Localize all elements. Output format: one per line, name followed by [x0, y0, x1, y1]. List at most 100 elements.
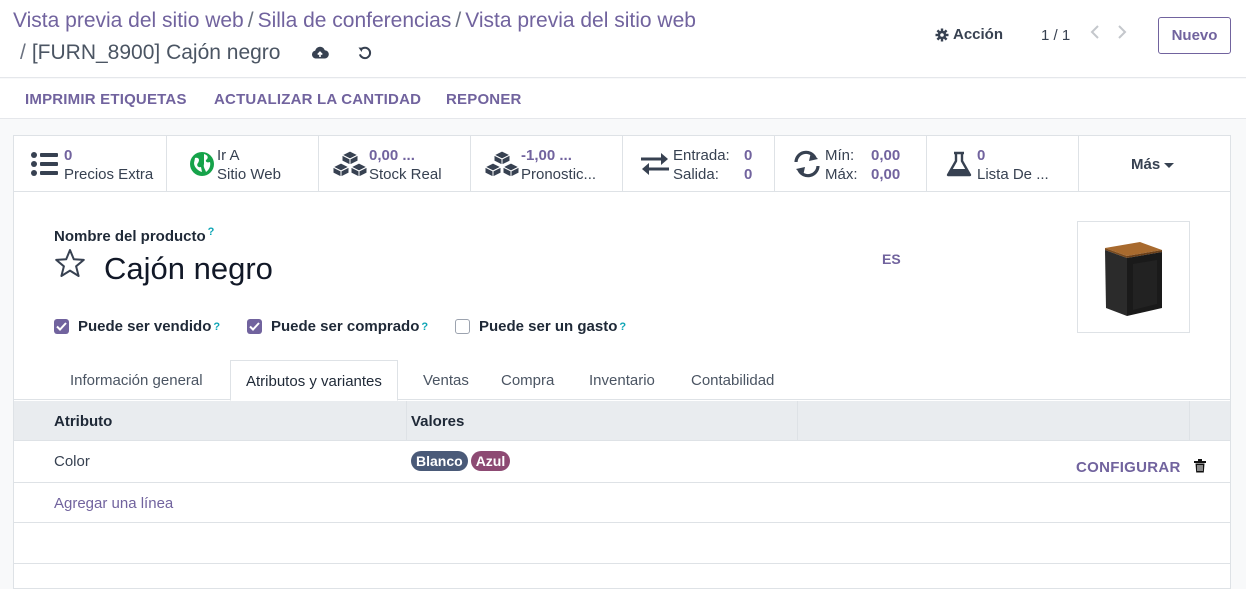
checkbox-unchecked	[455, 319, 470, 334]
more-button[interactable]: Más	[1131, 156, 1175, 173]
notebook-tabs: Información general Atributos y variante…	[14, 360, 1230, 401]
language-badge[interactable]: ES	[882, 251, 901, 267]
tab-inventory[interactable]: Inventario	[574, 360, 670, 401]
can-be-sold-label: Puede ser vendido	[78, 318, 212, 335]
flask-icon	[946, 151, 972, 177]
forecast-button[interactable]: -1,00 ... Pronostic...	[471, 136, 623, 191]
chevron-left-icon[interactable]	[1089, 24, 1101, 45]
breadcrumb-separator: /	[20, 41, 26, 64]
forecast-value: -1,00 ...	[521, 147, 572, 164]
list-icon	[31, 152, 58, 176]
table-row[interactable]: Color Blanco Azul CONFIGURAR	[14, 441, 1230, 483]
cubes-icon	[484, 150, 520, 178]
help-icon[interactable]: ?	[213, 321, 220, 333]
value-tag: Azul	[470, 451, 511, 471]
more-label: Más	[1131, 156, 1161, 173]
checkbox-checked	[54, 319, 69, 334]
can-be-expensed-label: Puede ser un gasto	[479, 318, 618, 335]
extra-prices-value: 0	[64, 147, 73, 164]
out-value: 0	[744, 166, 753, 183]
product-name-label-text: Nombre del producto	[54, 228, 206, 245]
attribute-cell[interactable]: Color	[54, 453, 90, 470]
can-be-sold-checkbox[interactable]: Puede ser vendido?	[54, 318, 220, 335]
tab-general-info[interactable]: Información general	[55, 360, 218, 401]
smart-buttons: 0 Precios Extra Ir A Sitio Web 0,00 ... …	[14, 136, 1230, 192]
action-bar: IMPRIMIR ETIQUETAS ACTUALIZAR LA CANTIDA…	[0, 79, 1246, 119]
column-divider	[406, 401, 407, 441]
extra-prices-label: Precios Extra	[64, 166, 154, 183]
breadcrumb-current: [FURN_8900] Cajón negro	[31, 41, 281, 64]
breadcrumb-item-1[interactable]: Silla de conferencias	[258, 9, 452, 32]
product-name[interactable]: Cajón negro	[104, 251, 273, 287]
column-header-attribute[interactable]: Atributo	[54, 413, 112, 430]
website-line1: Ir A	[217, 147, 240, 164]
help-icon[interactable]: ?	[421, 321, 428, 333]
can-be-purchased-label: Puede ser comprado	[271, 318, 420, 335]
max-value: 0,00	[871, 166, 901, 183]
cloud-upload-icon[interactable]	[310, 43, 330, 63]
min-label: Mín:	[825, 147, 855, 164]
breadcrumb: Vista previa del sitio web / Silla de conf…	[13, 6, 696, 36]
tab-accounting[interactable]: Contabilidad	[676, 360, 789, 401]
breadcrumb-current-line: / [FURN_8900] Cajón negro	[20, 38, 280, 68]
column-divider	[1189, 401, 1190, 441]
help-icon[interactable]: ?	[619, 321, 626, 333]
add-line-link[interactable]: Agregar una línea	[54, 495, 173, 512]
undo-icon[interactable]	[355, 43, 375, 63]
in-label: Entrada:	[673, 147, 730, 164]
bom-value: 0	[977, 147, 986, 164]
replenish-button[interactable]: REPONER	[446, 91, 522, 108]
forecast-label: Pronostic...	[521, 166, 597, 183]
refresh-icon	[794, 150, 820, 178]
can-be-expensed-checkbox[interactable]: Puede ser un gasto?	[455, 318, 626, 335]
print-labels-button[interactable]: IMPRIMIR ETIQUETAS	[25, 91, 187, 108]
caret-down-icon	[1164, 163, 1175, 168]
product-name-label: Nombre del producto?	[54, 226, 214, 245]
cubes-icon	[332, 150, 368, 178]
table-row-empty	[14, 523, 1230, 564]
new-button[interactable]: Nuevo	[1158, 17, 1231, 54]
update-quantity-button[interactable]: ACTUALIZAR LA CANTIDAD	[214, 91, 421, 108]
real-stock-button[interactable]: 0,00 ... Stock Real	[319, 136, 471, 191]
website-line2: Sitio Web	[217, 166, 281, 183]
configure-button[interactable]: CONFIGURAR	[1076, 459, 1181, 476]
column-header-values[interactable]: Valores	[411, 413, 464, 430]
globe-icon	[190, 152, 214, 176]
min-value: 0,00	[871, 147, 901, 164]
pager-value[interactable]: 1 / 1	[1041, 27, 1070, 44]
chevron-right-icon[interactable]	[1116, 24, 1128, 45]
in-out-button[interactable]: Entrada: 0 Salida: 0	[623, 136, 775, 191]
help-icon[interactable]: ?	[208, 226, 215, 238]
action-label: Acción	[953, 26, 1004, 43]
bom-label: Lista De ...	[977, 166, 1049, 183]
bom-button[interactable]: 0 Lista De ...	[927, 136, 1079, 191]
tab-purchase[interactable]: Compra	[486, 360, 569, 401]
breadcrumb-separator: /	[455, 9, 462, 32]
star-icon[interactable]	[54, 248, 86, 283]
out-label: Salida:	[673, 166, 719, 183]
values-cell[interactable]: Blanco Azul	[411, 451, 513, 471]
form-sheet: 0 Precios Extra Ir A Sitio Web 0,00 ... …	[13, 135, 1231, 589]
breadcrumb-item-0[interactable]: Vista previa del sitio web	[13, 9, 244, 32]
table-header: Atributo Valores	[14, 401, 1230, 441]
real-stock-label: Stock Real	[369, 166, 442, 183]
breadcrumb-separator: /	[247, 9, 254, 32]
real-stock-value: 0,00 ...	[369, 147, 415, 164]
min-max-button[interactable]: Mín: 0,00 Máx: 0,00	[775, 136, 927, 191]
extra-prices-button[interactable]: 0 Precios Extra	[14, 136, 167, 191]
in-value: 0	[744, 147, 753, 164]
exchange-icon	[641, 153, 669, 175]
control-panel: Vista previa del sitio web / Silla de conf…	[0, 0, 1246, 78]
can-be-purchased-checkbox[interactable]: Puede ser comprado?	[247, 318, 428, 335]
website-button[interactable]: Ir A Sitio Web	[167, 136, 319, 191]
breadcrumb-item-2[interactable]: Vista previa del sitio web	[465, 9, 696, 32]
tab-sales[interactable]: Ventas	[408, 360, 484, 401]
value-tag: Blanco	[411, 451, 468, 471]
checkbox-checked	[247, 319, 262, 334]
action-menu[interactable]: Acción	[935, 26, 1003, 43]
product-image[interactable]	[1077, 221, 1190, 333]
max-label: Máx:	[825, 166, 858, 183]
tab-attributes-variants[interactable]: Atributos y variantes	[230, 360, 398, 401]
column-divider	[797, 401, 798, 441]
trash-icon[interactable]	[1194, 459, 1206, 478]
